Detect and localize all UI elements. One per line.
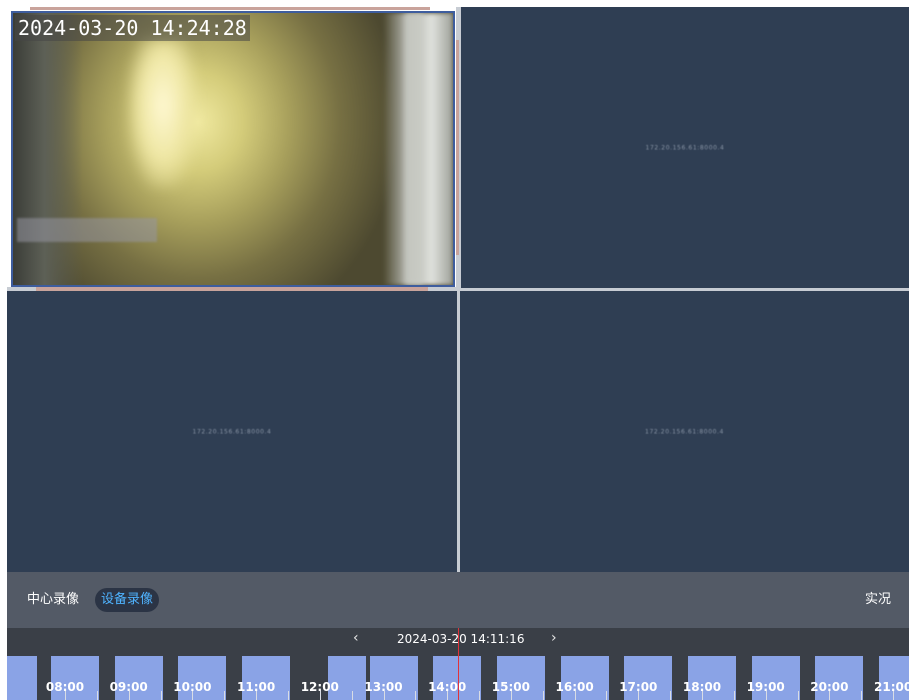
timeline-current-date: 2024-03-20 14:11:16 [397,632,525,646]
timeline-hour-label: 11:00 [236,680,276,694]
recording-segment [7,656,37,700]
video-frame-shadow [13,13,83,285]
video-tile-3[interactable]: 172.20.156.61:8000.4 [7,291,457,572]
timeline-hour-label: 08:00 [45,680,85,694]
timeline-tick [670,691,672,700]
timeline-tick [861,691,863,700]
selection-edge-top [30,7,430,10]
timeline-tick [96,691,98,700]
live-view-button[interactable]: 实况 [865,588,891,612]
timeline-tick [415,691,417,700]
camera-label: 172.20.156.61:8000.4 [645,428,724,435]
timeline-hour-label: 19:00 [746,680,785,694]
timeline-tick [351,691,353,700]
timeline-hour-label: 12:00 [300,680,339,694]
playback-timeline[interactable]: ‹ 2024-03-20 14:11:16 › 08:00 09:00 10:00 1… [7,628,909,700]
selection-edge-bottom [36,287,428,291]
timeline-hour-label: 16:00 [555,680,594,694]
timeline-hour-label: 10:00 [173,680,212,694]
timeline-tick [224,691,226,700]
timeline-hour-label: 17:00 [619,680,658,694]
camera-label: 172.20.156.61:8000.4 [192,428,272,435]
timeline-hour-label: 09:00 [109,680,148,694]
timeline-hour-label: 18:00 [682,680,722,694]
video-frame-highlight [128,38,198,188]
timeline-tick [733,691,735,700]
timeline-playhead[interactable] [458,628,459,700]
camera-osd-label [17,218,157,242]
timeline-hour-label: 14:00 [428,680,467,694]
live-video-feed[interactable]: 2024-03-20 14:24:28 [11,11,455,287]
chevron-right-icon[interactable]: › [551,629,557,647]
video-tile-2[interactable]: 172.20.156.61:8000.4 [461,7,909,288]
timeline-hour-label: 20:00 [810,680,849,694]
timeline-tick [160,691,162,700]
camera-label: 172.20.156.61:8000.4 [645,144,725,151]
chevron-left-icon[interactable]: ‹ [353,629,359,647]
timeline-hour-label: 13:00 [364,680,403,694]
selection-edge-right [456,40,459,255]
video-frame-ring-inner [405,13,423,285]
device-recording-tab[interactable]: 设备录像 [95,588,160,612]
timeline-tick [797,691,799,700]
timeline-tick [542,691,544,700]
video-tile-1[interactable]: 2024-03-20 14:24:28 [7,7,456,287]
video-timestamp: 2024-03-20 14:24:28 [15,15,250,41]
center-recording-tab[interactable]: 中心录像 [27,588,79,612]
playback-control-bar: 中心录像 设备录像 实况 [7,572,909,628]
timeline-tick [287,691,289,700]
timeline-hour-label: 21:00 [873,680,909,694]
timeline-tick [606,691,608,700]
video-tile-4[interactable]: 172.20.156.61:8000.4 [460,291,909,572]
timeline-tick [479,691,481,700]
timeline-hour-label: 15:00 [491,680,530,694]
